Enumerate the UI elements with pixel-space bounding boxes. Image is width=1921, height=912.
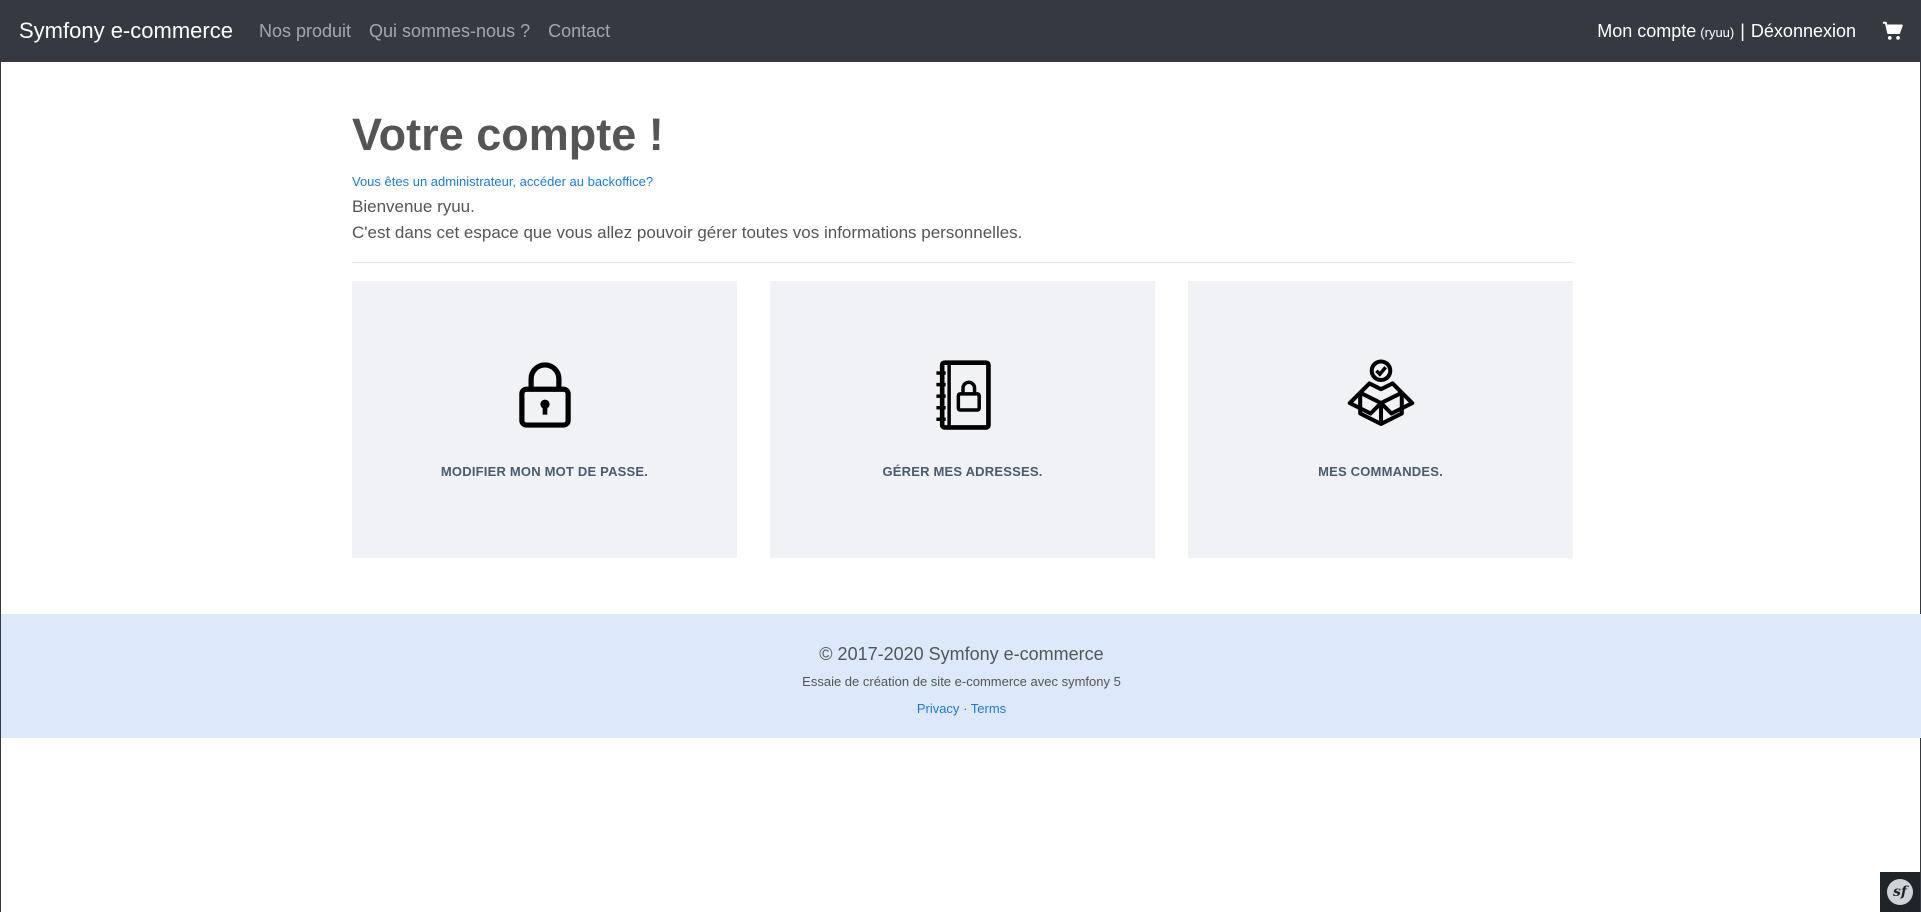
package-box-icon [1344, 358, 1418, 437]
backoffice-link[interactable]: Vous êtes un administrateur, accéder au … [352, 174, 1573, 189]
site-footer: © 2017-2020 Symfony e-commerce Essaie de… [1, 614, 1921, 738]
account-main: Votre compte ! Vous êtes un administrate… [352, 62, 1573, 558]
logout-link[interactable]: Déxonnexion [1751, 21, 1856, 42]
manage-addresses-card[interactable]: GÉRER MES ADRESSES. [770, 280, 1155, 558]
footer-dot: · [963, 701, 968, 716]
welcome-description: C'est dans cet espace que vous allez pou… [352, 222, 1023, 242]
nav-link-about[interactable]: Qui sommes-nous ? [369, 21, 530, 42]
account-label: Mon compte [1597, 20, 1697, 41]
my-orders-card[interactable]: MES COMMANDES. [1188, 280, 1573, 558]
account-area: Mon compte (ryuu) | Déxonnexion [1597, 20, 1904, 42]
welcome-text: Bienvenue ryuu. C'est dans cet espace qu… [352, 194, 1573, 246]
account-username: (ryuu) [1700, 24, 1735, 40]
symfony-logo-icon: sf [1887, 879, 1913, 905]
privacy-link[interactable]: Privacy [917, 701, 960, 716]
page-title: Votre compte ! [352, 109, 664, 160]
card-label: MODIFIER MON MOT DE PASSE. [440, 463, 649, 479]
account-link[interactable]: Mon compte (ryuu) [1597, 21, 1734, 42]
shopping-cart-icon[interactable] [1882, 20, 1904, 42]
card-label: GÉRER MES ADRESSES. [882, 463, 1043, 479]
footer-copyright: © 2017-2020 Symfony e-commerce [819, 644, 1104, 664]
symfony-toolbar-toggle[interactable]: sf [1880, 872, 1920, 912]
nav-links: Nos produit Qui sommes-nous ? Contact [259, 21, 628, 42]
top-navbar: Symfony e-commerce Nos produit Qui somme… [1, 0, 1921, 62]
divider [352, 261, 1573, 263]
footer-links: Privacy · Terms [1, 701, 1921, 716]
account-cards: MODIFIER MON MOT DE PASSE. GÉRER MES ADR… [352, 280, 1573, 558]
welcome-greeting: Bienvenue ryuu. [352, 196, 475, 216]
footer-tagline: Essaie de création de site e-commerce av… [802, 674, 1121, 689]
change-password-card[interactable]: MODIFIER MON MOT DE PASSE. [352, 280, 737, 558]
nav-link-contact[interactable]: Contact [548, 21, 610, 42]
nav-link-produits[interactable]: Nos produit [259, 21, 351, 42]
terms-link[interactable]: Terms [971, 701, 1006, 716]
address-book-icon [926, 358, 1000, 437]
lock-icon [508, 358, 582, 437]
card-label: MES COMMANDES. [1318, 463, 1443, 479]
nav-separator: | [1740, 20, 1745, 41]
brand-link[interactable]: Symfony e-commerce [19, 18, 233, 44]
